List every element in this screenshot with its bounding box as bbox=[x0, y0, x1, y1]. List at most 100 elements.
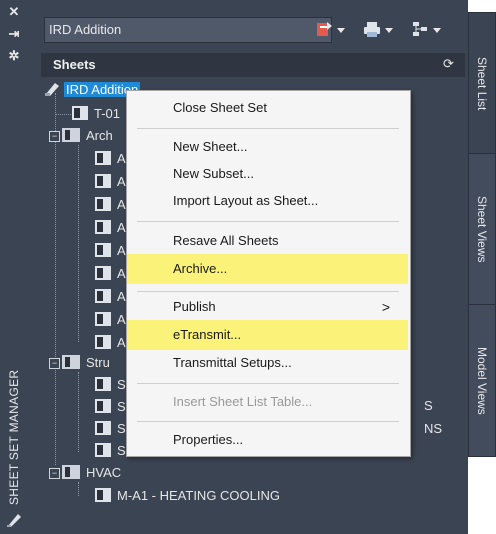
tree-sheet-arch-2[interactable]: A bbox=[95, 172, 126, 192]
chevron-right-icon: > bbox=[381, 299, 390, 315]
tree-sheet-label: M-A1 - HEATING COOLING bbox=[117, 488, 280, 503]
subset-icon bbox=[62, 465, 80, 479]
collapse-icon[interactable]: − bbox=[49, 358, 60, 369]
menu-item-label: New Sheet... bbox=[173, 139, 248, 154]
sheet-icon bbox=[95, 488, 111, 502]
tree-sheet-label: A bbox=[117, 243, 126, 258]
sheet-icon bbox=[95, 197, 111, 211]
tree-subset-label: Arch bbox=[86, 128, 113, 143]
menu-item-new-sheet[interactable]: New Sheet... bbox=[127, 134, 408, 160]
menu-item-transmittal-setups[interactable]: Transmittal Setups... bbox=[127, 350, 408, 376]
palette-tabs: Sheet List Sheet Views Model Views bbox=[468, 0, 496, 534]
tree-sheet-label: S bbox=[117, 421, 126, 436]
sheet-icon bbox=[95, 151, 111, 165]
menu-item-label: Insert Sheet List Table... bbox=[173, 394, 313, 409]
tree-sheet-label: S bbox=[117, 377, 126, 392]
menu-item-archive[interactable]: Archive... bbox=[127, 254, 408, 284]
menu-separator bbox=[137, 128, 399, 129]
menu-item-label: Archive... bbox=[173, 261, 228, 276]
menu-item-label: Publish bbox=[173, 299, 216, 314]
sheet-set-icon bbox=[44, 81, 62, 97]
menu-item-label: Properties... bbox=[173, 432, 244, 447]
sheet-icon bbox=[95, 243, 111, 257]
tree-sheet-hvac-1[interactable]: M-A1 - HEATING COOLING bbox=[95, 486, 280, 506]
tree-sheet-arch-4[interactable]: A bbox=[95, 218, 126, 238]
sheet-icon bbox=[95, 312, 111, 326]
chevron-down-icon[interactable] bbox=[337, 28, 345, 33]
tree-subset-struct[interactable]: − Stru bbox=[49, 353, 110, 373]
tree-sheet-arch-9[interactable]: A bbox=[95, 333, 126, 353]
tree-connector bbox=[78, 482, 79, 496]
tab-model-views[interactable]: Model Views bbox=[468, 304, 496, 457]
tab-sheet-views[interactable]: Sheet Views bbox=[468, 153, 496, 306]
menu-item-properties[interactable]: Properties... bbox=[127, 427, 408, 453]
menu-separator bbox=[137, 221, 399, 222]
tree-sheet-t01[interactable]: T-01 bbox=[72, 104, 120, 124]
sheet-set-dropdown[interactable]: IRD Addition bbox=[44, 17, 332, 43]
sheets-header-title: Sheets bbox=[53, 57, 96, 72]
close-icon[interactable]: ✕ bbox=[6, 4, 22, 20]
tree-sheet-struct-3-suffix: NS bbox=[424, 421, 443, 436]
sheet-icon bbox=[95, 220, 111, 234]
tree-subset-arch[interactable]: − Arch bbox=[49, 126, 113, 146]
publish-pdf-icon[interactable] bbox=[315, 20, 333, 38]
chevron-down-icon[interactable] bbox=[385, 28, 393, 33]
tree-sheet-arch-3[interactable]: A bbox=[95, 195, 126, 215]
tab-sheet-list[interactable]: Sheet List bbox=[468, 12, 496, 155]
plot-icon[interactable] bbox=[363, 20, 381, 38]
sheet-icon bbox=[72, 106, 88, 120]
tree-subset-label: Stru bbox=[86, 355, 110, 370]
menu-item-new-subset[interactable]: New Subset... bbox=[127, 161, 408, 187]
chevron-down-icon[interactable] bbox=[433, 28, 441, 33]
tree-sheet-arch-1[interactable]: A bbox=[95, 149, 126, 169]
sheet-icon bbox=[95, 421, 111, 435]
collapse-icon[interactable]: − bbox=[49, 131, 60, 142]
menu-item-close-sheet-set[interactable]: Close Sheet Set bbox=[127, 95, 408, 121]
properties-icon[interactable]: ✲ bbox=[6, 48, 22, 64]
sheet-icon bbox=[95, 335, 111, 349]
tree-sheet-arch-6[interactable]: A bbox=[95, 264, 126, 284]
menu-item-publish[interactable]: Publish > bbox=[127, 294, 408, 320]
sheet-icon bbox=[95, 443, 111, 457]
tree-sheet-struct-4[interactable]: S bbox=[95, 441, 126, 461]
menu-item-import-layout[interactable]: Import Layout as Sheet... bbox=[127, 188, 408, 214]
tree-sheet-label: A bbox=[117, 266, 126, 281]
menu-item-label: eTransmit... bbox=[173, 327, 242, 342]
menu-separator bbox=[137, 383, 399, 384]
sheet-set-manager-icon bbox=[6, 512, 22, 528]
refresh-icon[interactable]: ⟳ bbox=[443, 57, 457, 71]
context-menu: Close Sheet Set New Sheet... New Subset.… bbox=[126, 90, 411, 457]
tree-sheet-struct-3[interactable]: S bbox=[95, 419, 126, 439]
menu-item-label: Transmittal Setups... bbox=[173, 355, 292, 370]
tree-sheet-label: T-01 bbox=[94, 106, 121, 121]
tree-sheet-struct-2[interactable]: S bbox=[95, 397, 126, 417]
menu-item-label: Close Sheet Set bbox=[173, 100, 267, 115]
menu-item-label: Import Layout as Sheet... bbox=[173, 193, 319, 208]
subset-icon bbox=[62, 355, 80, 369]
sheet-selections-icon[interactable] bbox=[411, 20, 429, 38]
tree-connector bbox=[55, 114, 71, 115]
tree-sheet-arch-5[interactable]: A bbox=[95, 241, 126, 261]
tree-subset-label: HVAC bbox=[86, 465, 122, 480]
sheet-icon bbox=[95, 289, 111, 303]
tree-sheet-arch-7[interactable]: A bbox=[95, 287, 126, 307]
tree-sheet-struct-1[interactable]: S bbox=[95, 375, 126, 395]
tree-sheet-label: A bbox=[117, 151, 126, 166]
tree-connector bbox=[78, 372, 79, 452]
sheets-header: Sheets ⟳ bbox=[41, 53, 465, 77]
tree-sheet-label: A bbox=[117, 289, 126, 304]
menu-item-etransmit[interactable]: eTransmit... bbox=[127, 320, 408, 350]
tree-connector bbox=[78, 145, 79, 342]
tree-sheet-arch-8[interactable]: A bbox=[95, 310, 126, 330]
tree-sheet-label: A bbox=[117, 220, 126, 235]
menu-item-label: Resave All Sheets bbox=[173, 233, 279, 248]
menu-item-resave-all-sheets[interactable]: Resave All Sheets bbox=[127, 228, 408, 254]
collapse-icon[interactable]: − bbox=[49, 468, 60, 479]
tree-subset-hvac[interactable]: − HVAC bbox=[49, 463, 121, 483]
menu-separator bbox=[137, 291, 399, 292]
sheet-icon bbox=[95, 174, 111, 188]
tree-sheet-label: A bbox=[117, 312, 126, 327]
tree-connector bbox=[55, 93, 56, 465]
autohide-icon[interactable]: ⇥ bbox=[6, 26, 22, 42]
menu-separator bbox=[137, 421, 399, 422]
